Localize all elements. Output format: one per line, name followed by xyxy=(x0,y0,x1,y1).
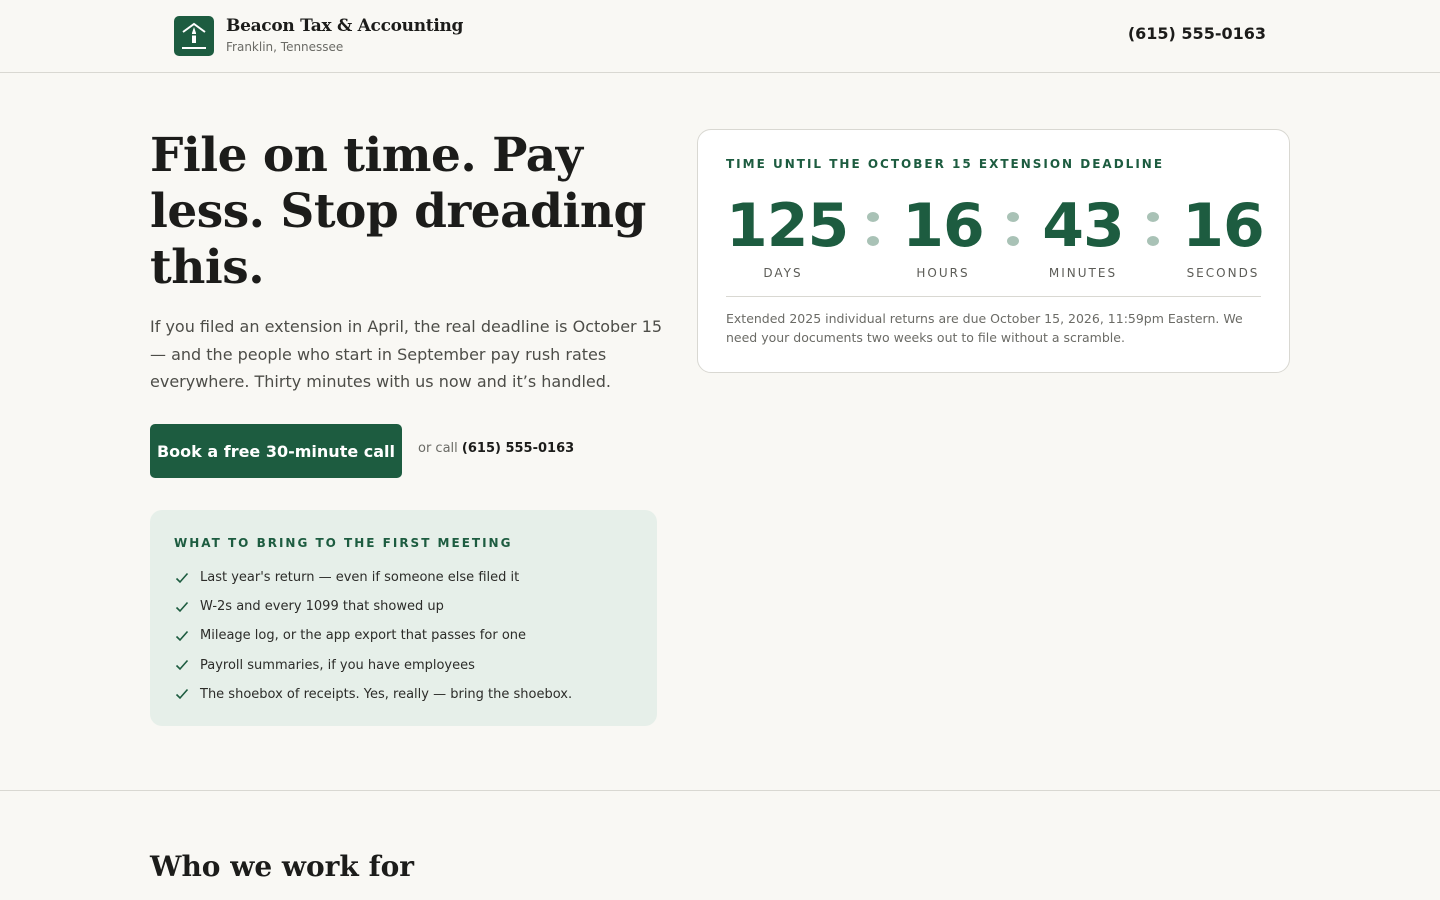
or-call-text: or call (615) 555-0163 xyxy=(418,441,574,456)
hero-title: File on time. Pay less. Stop dreading th… xyxy=(150,128,646,295)
book-call-button[interactable]: Book a free 30-minute call xyxy=(150,424,402,478)
what-to-bring-list: Last year's return — even if someone els… xyxy=(174,563,572,709)
or-call-phone-link[interactable]: (615) 555-0163 xyxy=(462,441,574,456)
who-we-work-for-heading: Who we work for xyxy=(150,850,415,883)
list-item: Last year's return — even if someone els… xyxy=(174,563,572,592)
countdown-title: TIME UNTIL THE OCTOBER 15 EXTENSION DEAD… xyxy=(726,157,1165,171)
list-item-text: The shoebox of receipts. Yes, really — b… xyxy=(200,686,573,702)
countdown-seconds: 16 SECONDS xyxy=(1178,188,1268,280)
check-icon xyxy=(175,601,189,612)
header-phone-link[interactable]: (615) 555-0163 xyxy=(1128,24,1266,43)
check-icon xyxy=(175,572,189,583)
seconds-value: 16 xyxy=(1182,191,1265,261)
what-to-bring-panel: WHAT TO BRING TO THE FIRST MEETING Last … xyxy=(150,510,657,726)
countdown-days: 125 DAYS xyxy=(726,188,849,280)
section-divider xyxy=(0,790,1440,791)
days-label: DAYS xyxy=(763,266,803,280)
days-value: 125 xyxy=(726,191,849,261)
countdown-separator xyxy=(1147,212,1159,246)
countdown-note: Extended 2025 individual returns are due… xyxy=(726,311,1243,345)
hours-value: 16 xyxy=(902,191,985,261)
check-icon xyxy=(175,630,189,642)
brand-name[interactable]: Beacon Tax & Accounting xyxy=(226,16,463,36)
countdown-card: TIME UNTIL THE OCTOBER 15 EXTENSION DEAD… xyxy=(697,129,1290,373)
brand-location: Franklin, Tennessee xyxy=(226,40,344,54)
list-item: The shoebox of receipts. Yes, really — b… xyxy=(174,680,572,709)
list-item: Payroll summaries, if you have employees xyxy=(174,651,572,680)
hero-description: If you filed an extension in April, the … xyxy=(150,317,663,391)
hours-label: HOURS xyxy=(916,266,970,280)
list-item: W-2s and every 1099 that showed up xyxy=(174,592,572,621)
countdown-minutes: 43 MINUTES xyxy=(1038,188,1128,280)
site-header: Beacon Tax & Accounting Franklin, Tennes… xyxy=(0,0,1440,73)
or-call-prefix: or call xyxy=(418,441,458,456)
countdown-divider xyxy=(726,296,1261,297)
list-item: Mileage log, or the app export that pass… xyxy=(174,621,572,650)
what-to-bring-title: WHAT TO BRING TO THE FIRST MEETING xyxy=(174,536,513,550)
countdown-separator xyxy=(867,212,879,246)
list-item-text: Last year's return — even if someone els… xyxy=(200,570,520,586)
countdown-hours: 16 HOURS xyxy=(898,188,988,280)
list-item-text: Mileage log, or the app export that pass… xyxy=(200,628,527,644)
list-item-text: W-2s and every 1099 that showed up xyxy=(200,599,444,615)
check-icon xyxy=(175,660,189,671)
countdown-separator xyxy=(1007,212,1019,246)
lighthouse-icon[interactable] xyxy=(174,16,214,56)
minutes-value: 43 xyxy=(1042,191,1125,261)
minutes-label: MINUTES xyxy=(1048,266,1118,280)
list-item-text: Payroll summaries, if you have employees xyxy=(200,657,475,673)
seconds-label: SECONDS xyxy=(1186,266,1260,280)
check-icon xyxy=(175,689,189,700)
